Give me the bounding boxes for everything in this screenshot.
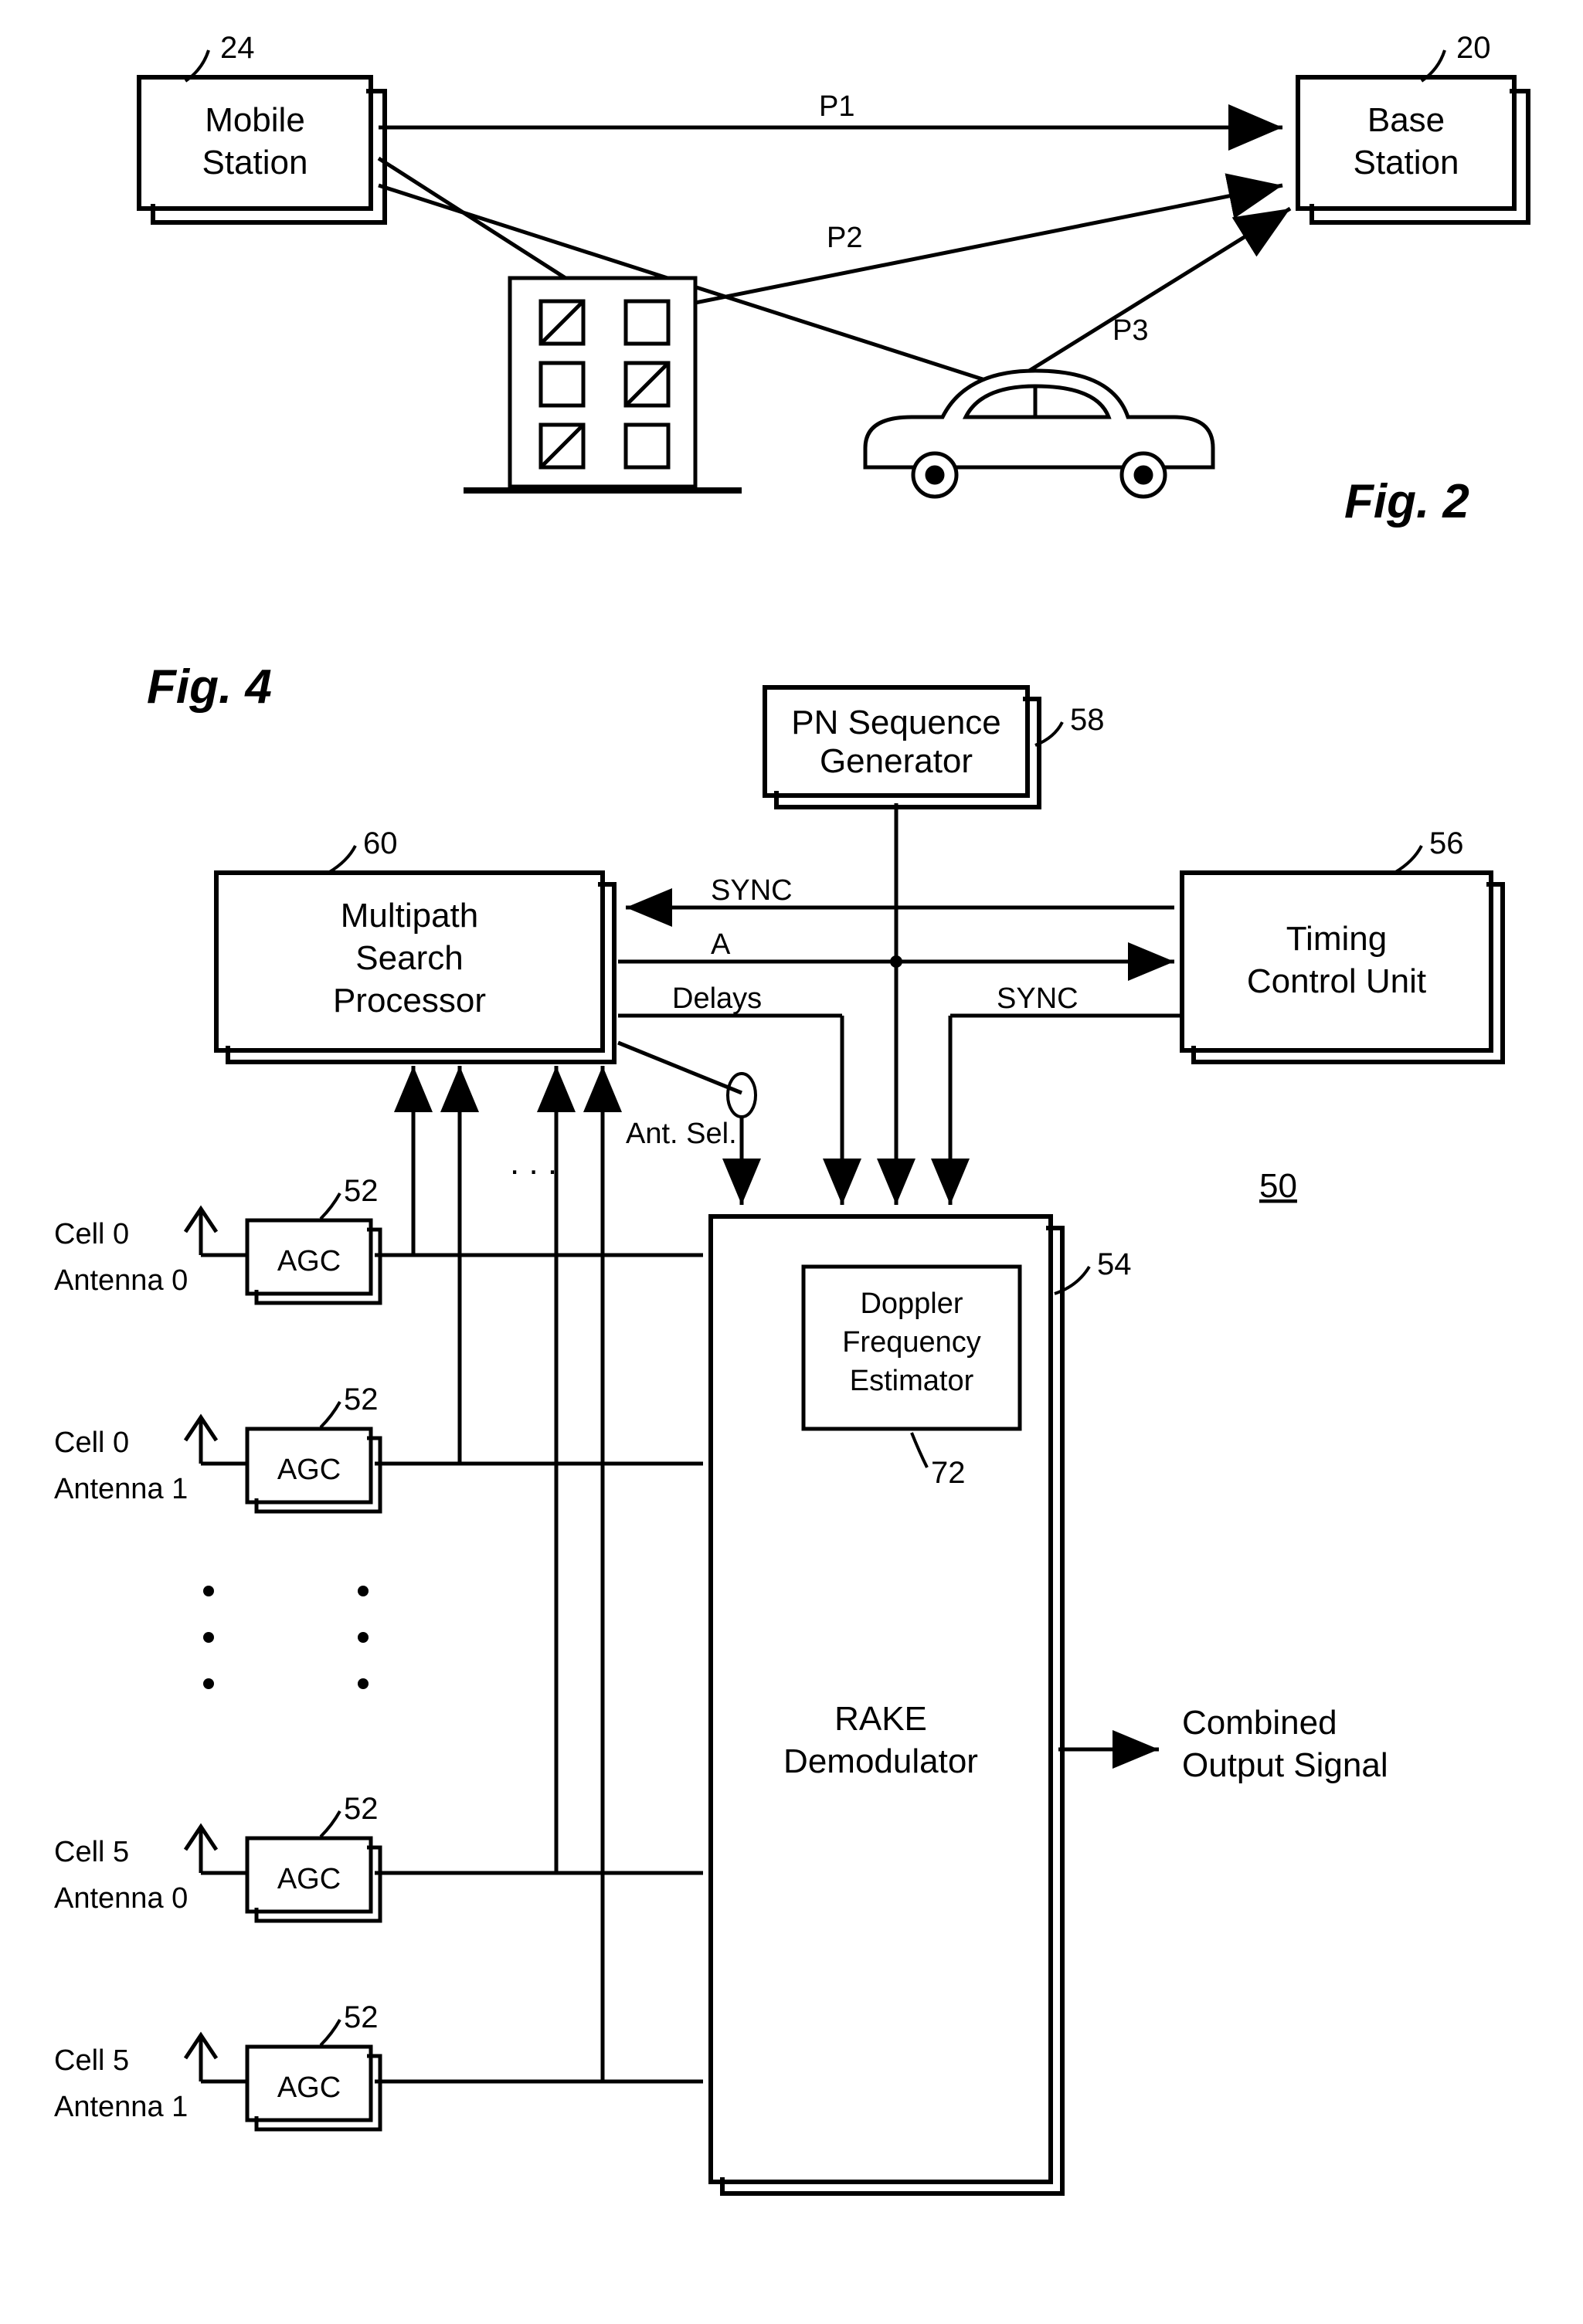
- dots-msp: . . .: [510, 1144, 557, 1182]
- agc-label-1: AGC: [277, 1245, 341, 1277]
- svg-text:Antenna 1: Antenna 1: [54, 1473, 188, 1505]
- delays-label: Delays: [672, 982, 762, 1015]
- figure-2: Mobile Station 24 Base Station 20 P1 P2 …: [31, 31, 1552, 572]
- timing-control-unit-block: Timing Control Unit: [1182, 873, 1503, 1062]
- svg-text:Cell 5: Cell 5: [54, 1836, 129, 1868]
- mobile-station-label-1: Mobile: [205, 101, 305, 139]
- antsel-line: [618, 1043, 742, 1093]
- svg-text:Antenna 0: Antenna 0: [54, 1882, 188, 1915]
- p2-label: P2: [827, 222, 862, 254]
- fig4-svg: Fig. 4 PN Sequence Generator 58 Multipat…: [31, 649, 1545, 2232]
- msp-label-2: Search: [355, 939, 463, 977]
- a-label: A: [711, 928, 731, 961]
- cos-label-2: Output Signal: [1182, 1746, 1388, 1784]
- ref-54: 54: [1097, 1247, 1132, 1281]
- ref-24: 24: [220, 31, 255, 65]
- rake-label-2: Demodulator: [783, 1742, 978, 1780]
- mobile-station-label-2: Station: [202, 144, 308, 182]
- tcu-label-1: Timing: [1286, 920, 1387, 958]
- msp-label-1: Multipath: [341, 897, 479, 935]
- base-station-block: Base Station: [1298, 77, 1528, 222]
- ref-leader-56: [1394, 846, 1422, 873]
- fig4-title: Fig. 4: [147, 660, 272, 714]
- rake-label-1: RAKE: [834, 1700, 927, 1738]
- cell0-label: Cell 0: [54, 1218, 129, 1250]
- dfe-label-1: Doppler: [860, 1288, 963, 1320]
- sync-label-2: SYNC: [997, 982, 1079, 1015]
- ant0-label: Antenna 0: [54, 1264, 188, 1297]
- ref-56: 56: [1429, 826, 1464, 860]
- ref-60: 60: [363, 826, 398, 860]
- ref-leader-54: [1055, 1267, 1089, 1294]
- car-icon: [865, 371, 1213, 497]
- ref-52-1: 52: [344, 1174, 379, 1208]
- p1-label: P1: [819, 90, 854, 123]
- dfe-label-2: Frequency: [842, 1326, 981, 1359]
- svg-text:52: 52: [344, 1383, 379, 1416]
- pn-sequence-generator-block: PN Sequence Generator: [765, 687, 1039, 807]
- svg-text:Antenna 1: Antenna 1: [54, 2091, 188, 2123]
- mobile-station-block: Mobile Station: [139, 77, 385, 222]
- antenna-cell0-ant0: Cell 0 Antenna 0 AGC 52: [54, 1066, 703, 1303]
- tcu-label-2: Control Unit: [1247, 962, 1426, 1000]
- antenna-cell5-ant1: Cell 5 Antenna 1 AGC 52: [54, 1066, 703, 2129]
- antsel-label: Ant. Sel.: [626, 1118, 737, 1150]
- ref-58: 58: [1070, 703, 1105, 737]
- svg-text:52: 52: [344, 1792, 379, 1826]
- svg-text:AGC: AGC: [277, 1863, 341, 1895]
- msp-label-3: Processor: [333, 982, 486, 1020]
- dfe-label-3: Estimator: [850, 1365, 974, 1397]
- doppler-frequency-estimator-block: Doppler Frequency Estimator: [803, 1267, 1020, 1429]
- ref-72: 72: [931, 1456, 966, 1490]
- building-icon: [464, 278, 742, 490]
- pn-label-2: Generator: [820, 742, 973, 780]
- sync-label-1: SYNC: [711, 874, 793, 907]
- pn-label-1: PN Sequence: [791, 704, 1001, 741]
- svg-text:AGC: AGC: [277, 1454, 341, 1486]
- ref-50: 50: [1259, 1167, 1297, 1205]
- ref-20: 20: [1456, 31, 1491, 65]
- base-station-label-2: Station: [1354, 144, 1459, 182]
- svg-text:AGC: AGC: [277, 2071, 341, 2104]
- vertical-dots: [203, 1586, 369, 1689]
- base-station-label-1: Base: [1367, 101, 1445, 139]
- svg-text:52: 52: [344, 2000, 379, 2034]
- cos-label-1: Combined: [1182, 1704, 1337, 1742]
- multipath-search-processor-block: Multipath Search Processor: [216, 873, 614, 1062]
- fig2-title: Fig. 2: [1344, 475, 1469, 528]
- fig2-svg: Mobile Station 24 Base Station 20 P1 P2 …: [31, 31, 1545, 572]
- antsel-loop: [728, 1074, 756, 1117]
- svg-text:Cell 5: Cell 5: [54, 2044, 129, 2077]
- svg-text:Cell 0: Cell 0: [54, 1427, 129, 1459]
- figure-4: Fig. 4 PN Sequence Generator 58 Multipat…: [31, 649, 1552, 2232]
- ref-leader-60: [328, 846, 355, 873]
- p3-label: P3: [1113, 314, 1148, 347]
- path-p3-seg2: [1004, 209, 1290, 386]
